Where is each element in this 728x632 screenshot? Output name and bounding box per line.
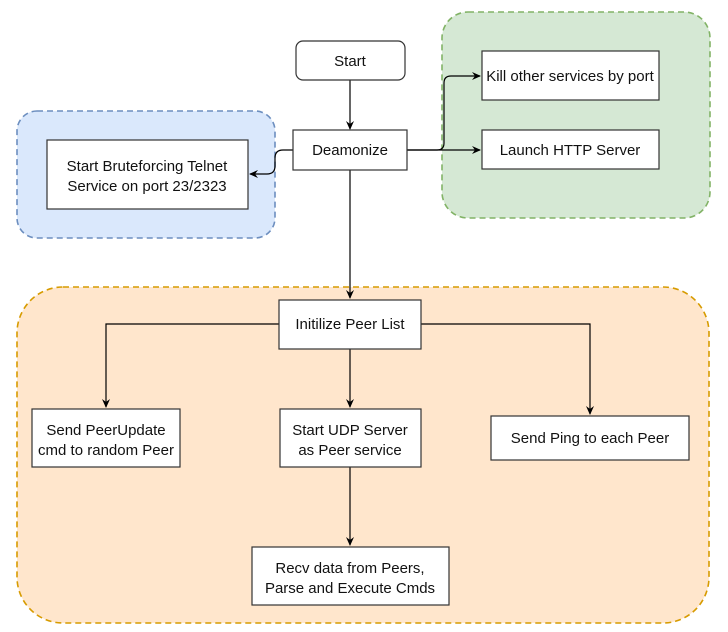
node-deamonize-label: Deamonize: [312, 142, 388, 159]
group-services: [441, 11, 711, 219]
node-send-peerupdate-line1: Send PeerUpdate: [46, 422, 165, 439]
node-recv-data: Recv data from Peers, Parse and Execute …: [251, 546, 450, 606]
node-init-peer-list: Initilize Peer List: [278, 299, 422, 350]
node-send-ping: Send Ping to each Peer: [490, 415, 690, 461]
node-kill-services-label: Kill other services by port: [486, 68, 654, 85]
node-bruteforce-line2: Service on port 23/2323: [67, 178, 226, 195]
node-start-udp-line2: as Peer service: [298, 442, 401, 459]
node-bruteforce: Start Bruteforcing Telnet Service on por…: [46, 139, 249, 210]
node-deamonize: Deamonize: [292, 129, 408, 171]
node-start-udp: Start UDP Server as Peer service: [279, 408, 422, 468]
node-send-peerupdate-line2: cmd to random Peer: [38, 442, 174, 459]
node-start-udp-line1: Start UDP Server: [292, 422, 408, 439]
node-recv-data-line2: Parse and Execute Cmds: [265, 580, 435, 597]
flowchart: Start Deamonize Start Bruteforcing Telne…: [16, 11, 711, 624]
node-init-peer-list-label: Initilize Peer List: [295, 316, 405, 333]
node-recv-data-line1: Recv data from Peers,: [275, 560, 424, 577]
node-start-label: Start: [334, 53, 367, 70]
node-start: Start: [295, 40, 406, 81]
node-launch-http-label: Launch HTTP Server: [500, 142, 641, 159]
node-send-ping-label: Send Ping to each Peer: [511, 430, 669, 447]
node-send-peerupdate: Send PeerUpdate cmd to random Peer: [31, 408, 181, 468]
node-launch-http: Launch HTTP Server: [481, 129, 660, 170]
node-kill-services: Kill other services by port: [481, 50, 660, 101]
node-bruteforce-line1: Start Bruteforcing Telnet: [67, 158, 228, 175]
